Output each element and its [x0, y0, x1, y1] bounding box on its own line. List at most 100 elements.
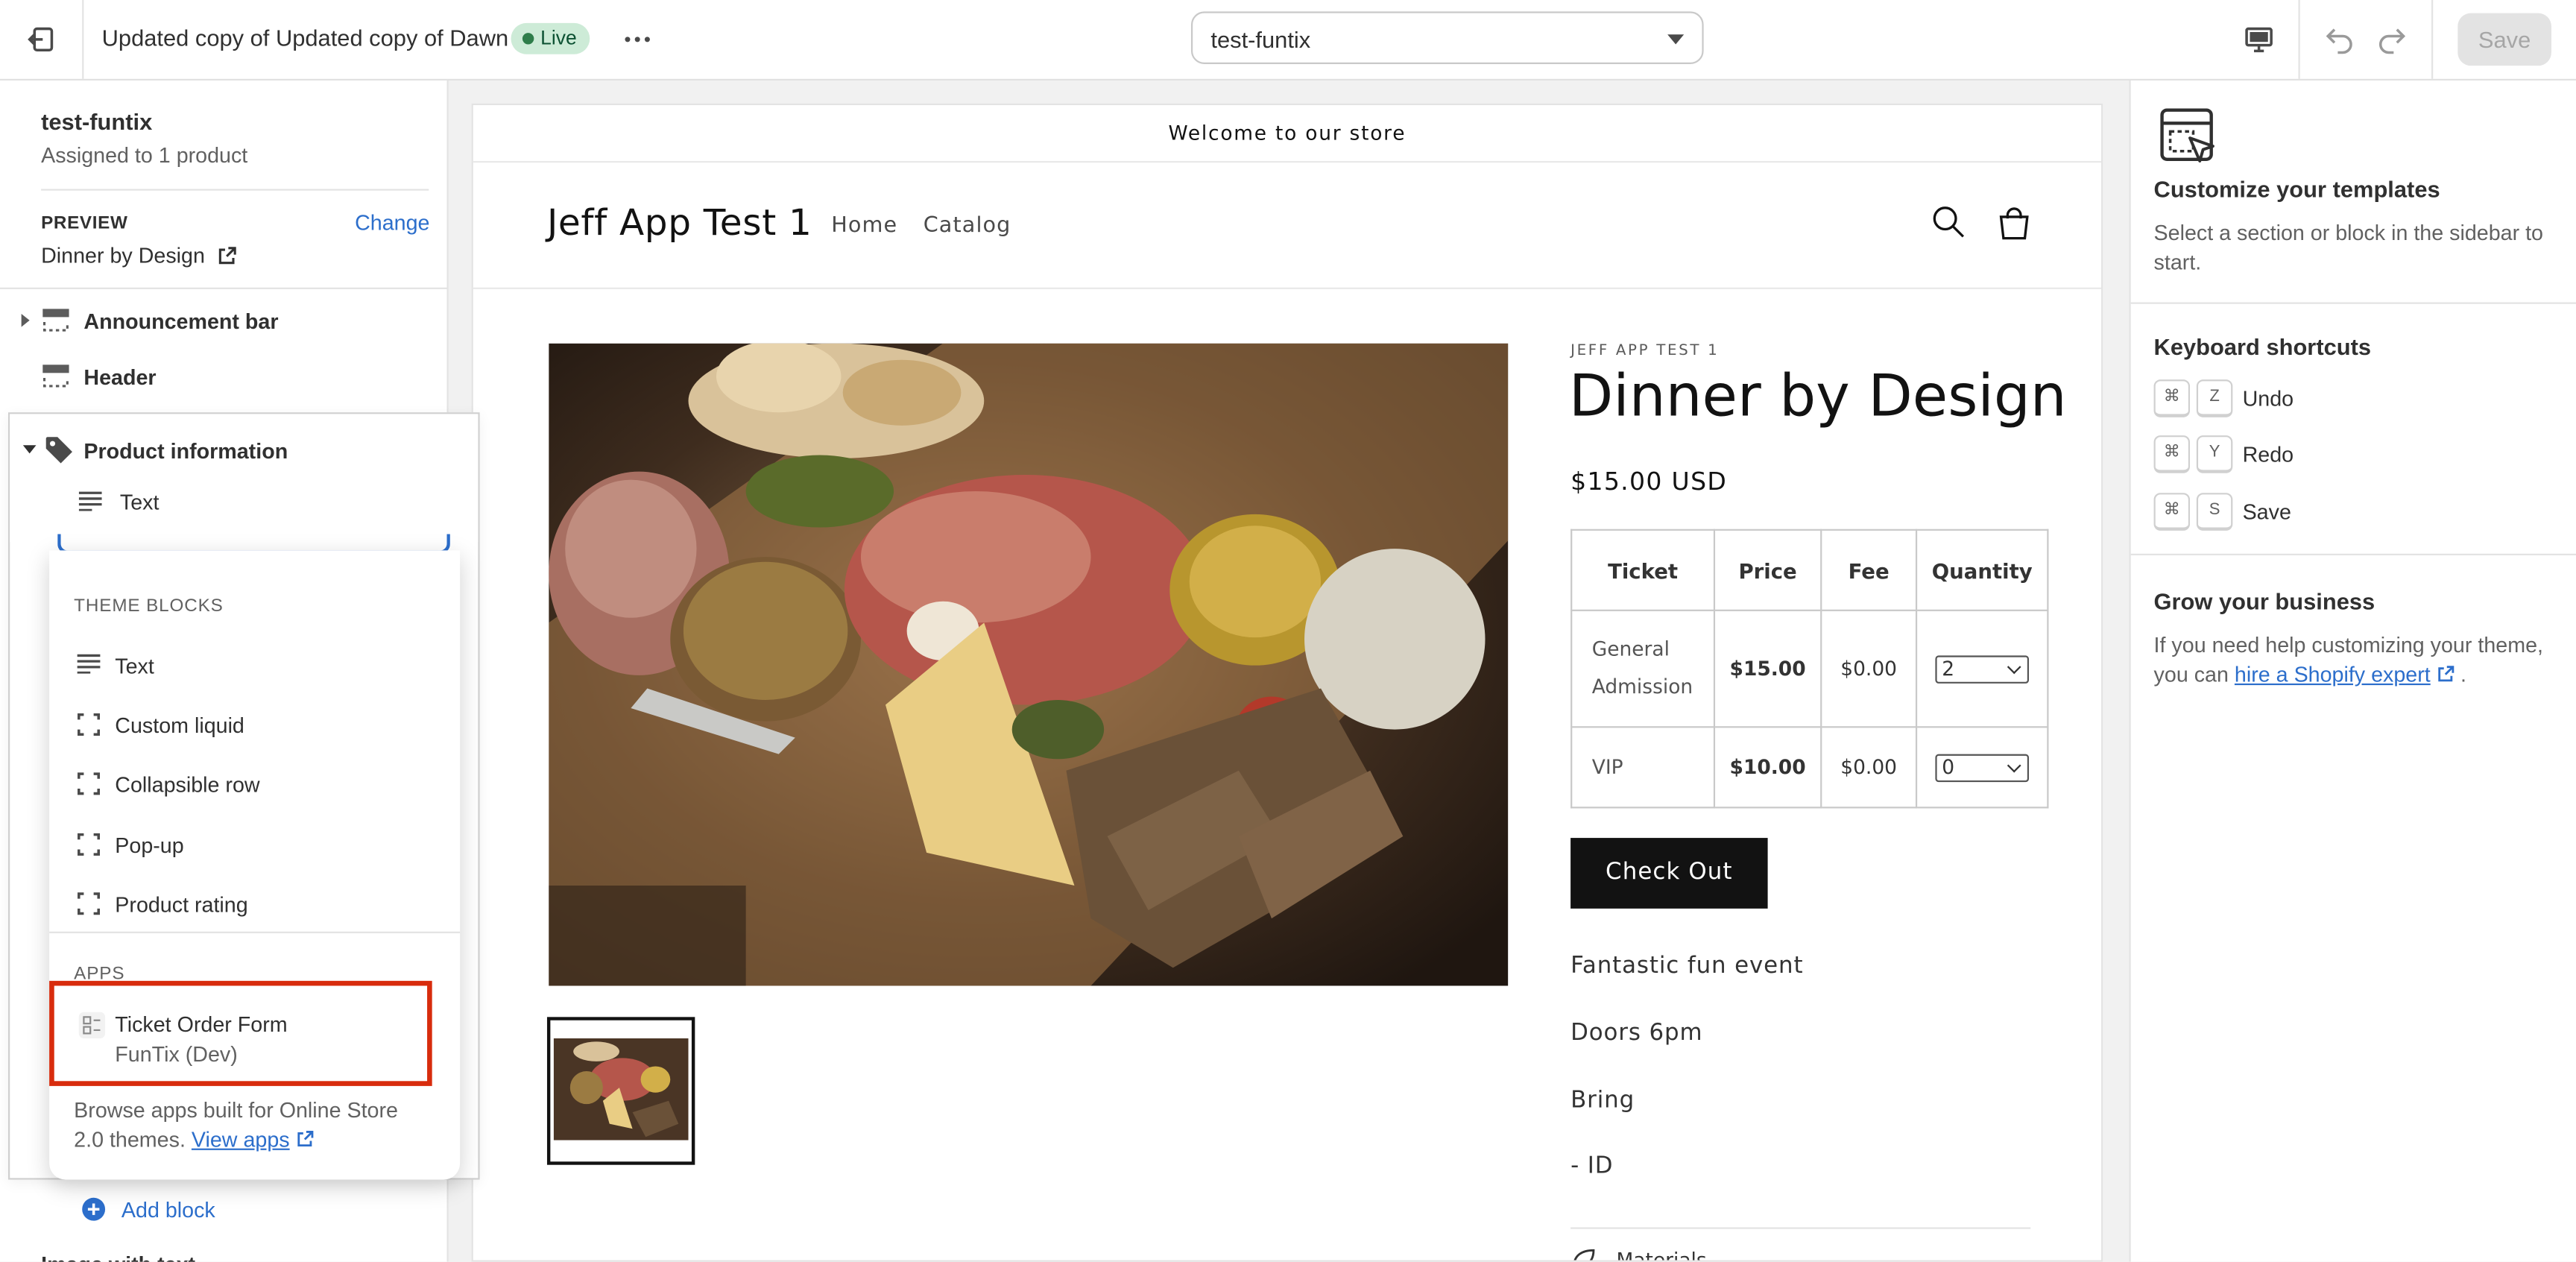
chevron-down-icon: [1667, 34, 1685, 45]
theme-title: Updated copy of Updated copy of Dawn: [101, 25, 509, 51]
shortcut-label: Undo: [2242, 385, 2294, 411]
save-button[interactable]: Save: [2457, 13, 2551, 66]
product-price: $15.00 USD: [1570, 466, 1728, 496]
search-icon[interactable]: [1932, 206, 1965, 239]
grow-title: Grow your business: [2153, 588, 2375, 615]
nav-catalog[interactable]: Catalog: [924, 214, 1011, 239]
ellipsis-icon: [625, 37, 650, 42]
exit-icon: [28, 27, 54, 51]
fee-header: Fee: [1820, 529, 1918, 611]
text-lines-icon: [77, 654, 101, 674]
desktop-icon: [2245, 27, 2273, 53]
ticket-header: Ticket: [1570, 529, 1716, 611]
theme-blocks-header: THEME BLOCKS: [74, 596, 224, 616]
leaf-icon: [1573, 1249, 1595, 1261]
store-logo[interactable]: Jeff App Test 1: [547, 204, 812, 244]
shortcut-redo: ⌘ Y Redo: [2153, 435, 2294, 475]
ticket-price: $10.00: [1713, 726, 1822, 809]
product-vendor: JEFF APP TEST 1: [1570, 343, 1720, 360]
divider: [2130, 302, 2576, 304]
top-bar: Updated copy of Updated copy of Dawn Liv…: [0, 0, 2576, 81]
section-layout-icon: [42, 309, 69, 332]
app-block-ticket-order-form[interactable]: Ticket Order Form FunTix (Dev): [49, 980, 432, 1086]
desktop-view-button[interactable]: [2239, 19, 2279, 59]
shortcut-save: ⌘ S Save: [2153, 493, 2291, 532]
shortcut-key: Y: [2196, 435, 2233, 473]
description-line: - ID: [1570, 1153, 1614, 1180]
announcement-bar[interactable]: Welcome to our store: [473, 105, 2102, 163]
command-key: ⌘: [2153, 379, 2191, 417]
product-title: Dinner by Design: [1568, 365, 2067, 431]
template-selector-value: test-funtix: [1210, 26, 1311, 53]
block-option-label: Collapsible row: [115, 772, 260, 797]
shortcuts-title: Keyboard shortcuts: [2153, 333, 2372, 360]
section-label: Header: [83, 365, 157, 390]
quantity-select[interactable]: 2: [1935, 654, 2030, 683]
quantity-select[interactable]: 0: [1935, 753, 2030, 782]
shortcut-undo: ⌘ Z Undo: [2153, 379, 2294, 419]
checkout-button[interactable]: Check Out: [1570, 838, 1768, 909]
customize-text: Select a section or block in the sidebar…: [2153, 220, 2543, 275]
block-option-pop-up[interactable]: Pop-up: [74, 820, 435, 869]
popover-header: Product information Text: [10, 414, 479, 543]
collapse-arrow-icon[interactable]: [22, 445, 37, 454]
materials-row[interactable]: Materials: [1570, 1247, 1707, 1262]
more-actions-button[interactable]: [618, 19, 657, 59]
section-product-information[interactable]: Product information: [83, 438, 288, 463]
block-picker: THEME BLOCKS Text Custom liquid Collapsi…: [49, 550, 461, 1180]
quantity-cell: 2: [1915, 609, 2049, 728]
nav-home[interactable]: Home: [831, 214, 897, 239]
redo-button[interactable]: [2374, 19, 2414, 59]
app-block-vendor: FunTix (Dev): [115, 1041, 238, 1067]
section-announcement-bar[interactable]: Announcement bar: [0, 296, 447, 349]
block-option-label: Text: [115, 654, 154, 679]
hire-expert-link-text: hire a Shopify expert: [2234, 662, 2431, 687]
exit-button[interactable]: [0, 0, 84, 79]
block-frame-icon: [78, 713, 101, 736]
description-line: Fantastic fun event: [1570, 953, 1804, 979]
external-link-icon: [2438, 666, 2455, 682]
materials-label: Materials: [1616, 1249, 1707, 1262]
tag-icon: [45, 437, 72, 464]
product-thumbnail[interactable]: [546, 1017, 695, 1165]
template-assignment: Assigned to 1 product: [41, 142, 248, 168]
preview-label: PREVIEW: [41, 213, 128, 233]
template-selector[interactable]: test-funtix: [1190, 11, 1704, 64]
block-frame-icon: [78, 772, 101, 795]
template-name: test-funtix: [41, 108, 153, 135]
customize-title: Customize your templates: [2153, 175, 2440, 203]
view-apps-link[interactable]: View apps: [192, 1127, 290, 1152]
plus-circle-icon: [82, 1197, 106, 1221]
product-image[interactable]: [549, 343, 1509, 986]
undo-button[interactable]: [2318, 19, 2358, 59]
divider: [0, 287, 447, 289]
cart-icon[interactable]: [1996, 206, 2032, 242]
add-block-label: Add block: [121, 1197, 215, 1222]
ticket-order-table: Ticket Price Fee Quantity General Admiss…: [1570, 529, 2049, 809]
table-row: General Admission $15.00 $0.00 2: [1570, 609, 2049, 728]
template-cursor-icon: [2160, 108, 2214, 163]
charcuterie-photo: [549, 343, 1509, 986]
block-option-label: Custom liquid: [115, 713, 244, 738]
price-header: Price: [1713, 529, 1822, 611]
ticket-price: $15.00: [1713, 609, 1822, 728]
view-apps-link-text: View apps: [191, 1126, 290, 1152]
change-preview-link[interactable]: Change: [355, 210, 429, 235]
theme-editor: Updated copy of Updated copy of Dawn Liv…: [0, 0, 2576, 1262]
block-option-custom-liquid[interactable]: Custom liquid: [74, 700, 435, 749]
shortcut-key: Z: [2196, 379, 2233, 417]
block-frame-icon: [78, 892, 101, 915]
block-option-label: Pop-up: [115, 833, 184, 858]
section-image-with-text[interactable]: Image with text: [41, 1252, 195, 1262]
hire-expert-link[interactable]: hire a Shopify expert: [2235, 662, 2431, 687]
add-block-button[interactable]: Add block: [80, 1196, 215, 1222]
ticket-fee: $0.00: [1820, 726, 1918, 809]
preview-product-link[interactable]: Dinner by Design: [41, 243, 237, 268]
section-header[interactable]: Header: [0, 352, 447, 405]
ticket-name: General Admission: [1570, 609, 1716, 728]
quantity-cell: 0: [1915, 726, 2049, 809]
block-option-text[interactable]: Text: [74, 641, 435, 690]
block-option-product-rating[interactable]: Product rating: [74, 879, 435, 928]
divider: [41, 189, 429, 191]
block-option-collapsible-row[interactable]: Collapsible row: [74, 759, 435, 808]
